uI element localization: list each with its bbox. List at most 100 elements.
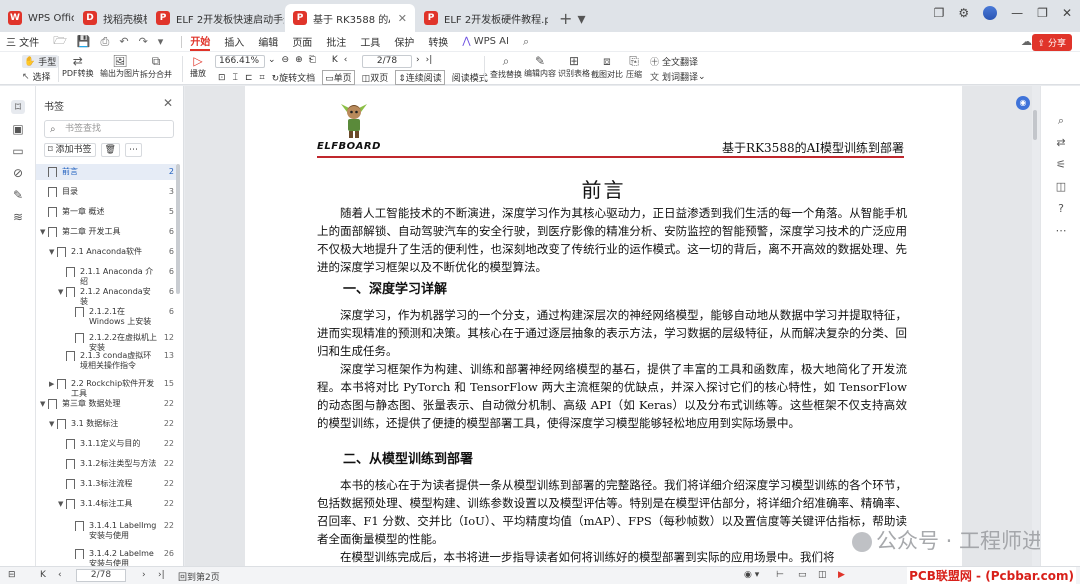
menu-insert[interactable]: 插入	[224, 34, 244, 49]
bookmark-item[interactable]: ▼ 2.1 Anaconda软件 6	[36, 244, 176, 260]
zoom-in-icon[interactable]: ⊕	[295, 55, 303, 65]
restore-icon[interactable]: ❐	[1037, 6, 1048, 20]
tab-wps-office[interactable]: W WPS Office	[0, 4, 74, 32]
bookmark-item[interactable]: 前言 2	[36, 164, 176, 180]
menu-edit[interactable]: 编辑	[258, 34, 278, 49]
delete-icon[interactable]: 🗑	[100, 143, 120, 157]
expand-arrow-icon[interactable]: ▼	[40, 400, 48, 408]
sidebar-icon[interactable]: ◫	[1054, 180, 1068, 193]
compress-button[interactable]: ⎘ 压缩	[626, 54, 642, 80]
menu-convert[interactable]: 转换	[428, 34, 448, 49]
wps-ai-button[interactable]: ⋀ WPS AI	[462, 36, 509, 47]
single-page-icon[interactable]: ▭	[798, 570, 807, 580]
bookmark-item[interactable]: 第一章 概述 5	[36, 204, 176, 220]
first-page-icon[interactable]: K	[332, 55, 338, 65]
bookmark-item[interactable]: ▼ 第三章 数据处理 22	[36, 396, 176, 412]
translate-icon[interactable]: ⇄	[1054, 136, 1068, 149]
page-input[interactable]: 2/78	[362, 55, 412, 68]
tab-rk3588-ai[interactable]: P 基于 RK3588 的AI模型训练到 ✕	[285, 4, 415, 32]
assistant-icon[interactable]: ◉	[1016, 96, 1030, 110]
tab-elf2-quickstart[interactable]: P ELF 2开发板快速启动手册.pdf (已加	[148, 4, 284, 32]
help-icon[interactable]: ?	[1054, 202, 1068, 215]
bookmark-item[interactable]: ▼ 3.1.4标注工具 22	[36, 496, 176, 512]
full-translate-button[interactable]: ㊉全文翻译	[650, 55, 698, 68]
menu-page[interactable]: 页面	[292, 34, 312, 49]
menu-annotate[interactable]: 批注	[326, 34, 346, 49]
screenshot-compare-button[interactable]: ⧈ 截图对比	[591, 54, 623, 80]
hand-tool-button[interactable]: ✋ 手型	[22, 55, 59, 68]
prev-page-icon[interactable]: ‹	[344, 55, 348, 65]
expand-arrow-icon[interactable]: ▼	[40, 228, 48, 236]
last-page-icon[interactable]: ›|	[158, 570, 165, 580]
next-page-icon[interactable]: ›	[142, 570, 146, 580]
fit-icon[interactable]: ⎗	[309, 55, 316, 65]
search-icon[interactable]: ⌕	[1054, 114, 1068, 128]
bookmark-item[interactable]: ▼ 3.1 数据标注 22	[36, 416, 176, 432]
bookmark-item[interactable]: 目录 3	[36, 184, 176, 200]
last-page-icon[interactable]: ›|	[426, 55, 433, 65]
export-image-button[interactable]: 🖼 输出为图片	[100, 54, 140, 79]
layers-icon[interactable]: ≋	[11, 210, 25, 224]
chevron-down-icon[interactable]: ⌄	[268, 55, 276, 65]
share-button[interactable]: ⇪ 分享	[1031, 34, 1072, 51]
new-tab-button[interactable]: + ▾	[549, 4, 596, 32]
bookmark-item[interactable]: 3.1.1定义与目的 22	[36, 436, 176, 452]
pdf-convert-button[interactable]: ⇄ PDF转换	[62, 54, 94, 79]
word-translate-button[interactable]: 文划词翻译 ⌄	[650, 70, 706, 84]
fit-width-icon[interactable]: ⊡	[218, 73, 226, 83]
reading-mode-button[interactable]: 阅读模式	[452, 71, 488, 84]
bookmark-item[interactable]: 3.1.3标注流程 22	[36, 476, 176, 492]
zoom-input[interactable]: 166.41%	[215, 55, 265, 68]
goto-page-link[interactable]: 回到第2页	[178, 570, 220, 583]
bookmark-item[interactable]: 3.1.2标注类型与方法 22	[36, 456, 176, 472]
minimize-icon[interactable]: —	[1011, 6, 1023, 20]
bookmark-item[interactable]: 2.1.3 conda虚拟环境相关操作指令 13	[36, 348, 176, 371]
bookmark-search-input[interactable]: ⌕ 书签查找	[44, 120, 174, 138]
double-page-button[interactable]: ◫双页	[362, 71, 389, 84]
bookmark-item[interactable]: 2.1.2.1在 Windows 上安装 6	[36, 304, 176, 327]
sidebar-toggle-icon[interactable]: ⊟	[8, 570, 16, 580]
fit-width-icon[interactable]: ⊢	[776, 570, 784, 580]
select-tool-button[interactable]: ↖ 选择	[22, 70, 51, 84]
close-window-icon[interactable]: ✕	[1062, 6, 1072, 20]
fit-page-icon[interactable]: ⌶	[233, 73, 238, 83]
redo-icon[interactable]: ↷	[139, 35, 148, 48]
recognize-table-button[interactable]: ⊞ 识别表格	[558, 54, 590, 79]
search-icon[interactable]: ⌕	[523, 35, 529, 49]
open-icon[interactable]: 🗁	[53, 32, 67, 51]
split-merge-button[interactable]: ⧉ 拆分合并	[140, 54, 172, 80]
signature-icon[interactable]: ✎	[11, 188, 25, 202]
zoom-out-icon[interactable]: ⊖	[282, 55, 290, 65]
bookmark-item[interactable]: ▼ 第二章 开发工具 6	[36, 224, 176, 240]
scrollbar-thumb[interactable]	[1033, 110, 1037, 140]
thumbnail-icon[interactable]: ▣	[11, 122, 25, 136]
expand-arrow-icon[interactable]: ▼	[58, 288, 66, 296]
prev-page-icon[interactable]: ‹	[58, 570, 62, 580]
expand-arrow-icon[interactable]: ▼	[58, 500, 66, 508]
print-icon[interactable]: ⎙	[101, 35, 110, 49]
save-icon[interactable]: 💾	[77, 35, 91, 48]
cloud-icon[interactable]: ☁	[1021, 35, 1032, 48]
settings-icon[interactable]: ⚙	[958, 6, 969, 20]
bookmark-item[interactable]: 3.1.4.1 LabelImg安装与使用 22	[36, 518, 176, 541]
comment-icon[interactable]: ▭	[11, 144, 25, 158]
close-icon[interactable]: ✕	[163, 96, 173, 110]
crop-icon[interactable]: ⌗	[260, 73, 265, 83]
edit-content-button[interactable]: ✎ 编辑内容	[524, 54, 556, 79]
expand-arrow-icon[interactable]: ▼	[49, 248, 57, 256]
find-replace-button[interactable]: ⌕ 查找替换	[490, 54, 522, 80]
filter-icon[interactable]: ⚟	[1054, 158, 1068, 171]
more-options-icon[interactable]: ⋯	[124, 143, 142, 157]
play-button[interactable]: ▷ 播放	[190, 54, 206, 79]
menu-start[interactable]: 开始	[190, 33, 211, 51]
add-bookmark-button[interactable]: ⌑ 添加书签	[44, 143, 96, 157]
status-page-input[interactable]: 2/78	[76, 569, 126, 582]
next-page-icon[interactable]: ›	[416, 55, 420, 65]
actual-size-icon[interactable]: ⊏	[245, 73, 253, 83]
more-icon[interactable]: ▾	[158, 35, 164, 48]
tab-docer[interactable]: D 找稻壳模板	[75, 4, 147, 32]
layout-icon[interactable]: ❐	[934, 6, 945, 20]
file-menu[interactable]: 三 文件	[6, 34, 39, 49]
eye-icon[interactable]: ◉ ▾	[744, 570, 759, 580]
single-page-button[interactable]: ▭单页	[322, 70, 355, 85]
